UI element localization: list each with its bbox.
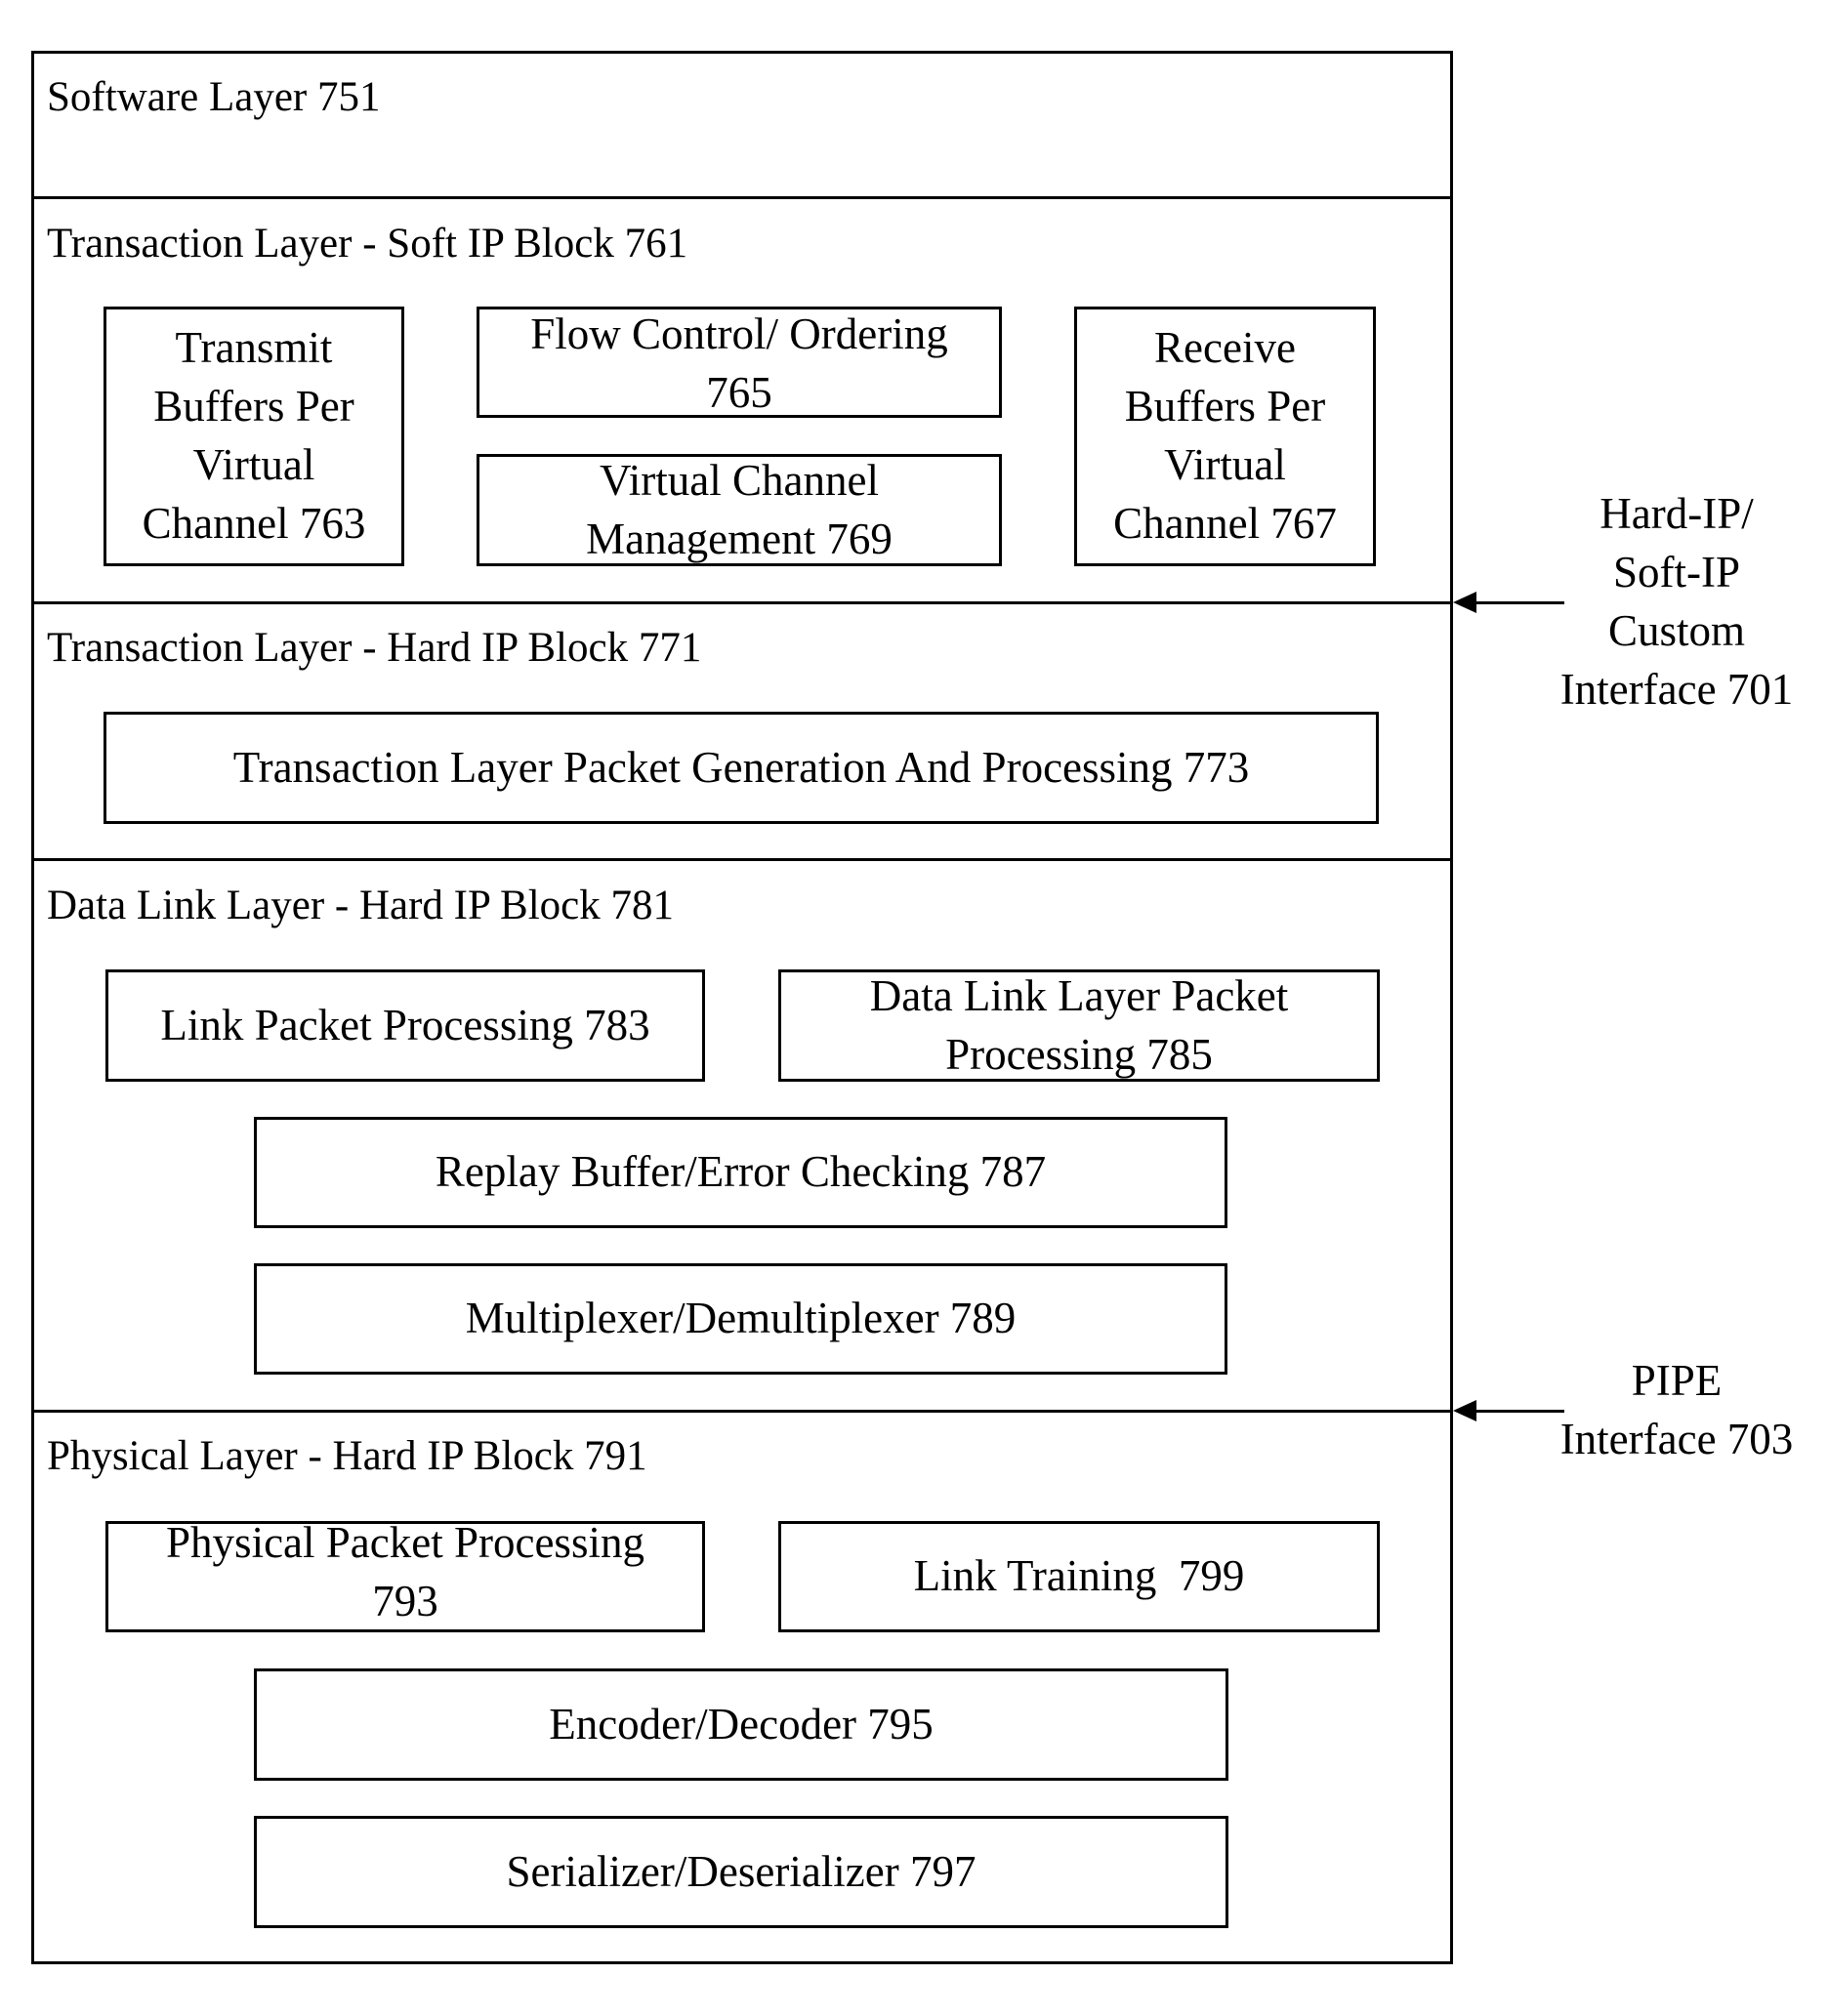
block-label-line: Serializer/Deserializer 797 <box>506 1846 976 1896</box>
block-label-line: Data Link Layer Packet <box>869 970 1289 1020</box>
block-label-line: Multiplexer/Demultiplexer 789 <box>465 1294 1017 1343</box>
block-label-line: Physical Packet Processing <box>166 1518 644 1568</box>
divider-software-transaction <box>31 196 1453 199</box>
data-link-layer-title: Data Link Layer - Hard IP Block 781 <box>47 883 675 928</box>
encoder-decoder-block: Encoder/Decoder 795 <box>254 1668 1228 1781</box>
flow-control-ordering-block: Flow Control/ Ordering 765 <box>477 307 1002 418</box>
interface-label-line: PIPE <box>1631 1356 1723 1405</box>
block-label-line: Transmit <box>175 323 333 373</box>
block-label-line: 793 <box>372 1577 438 1625</box>
interface-label-line: Soft-IP <box>1612 547 1740 597</box>
block-label-line: Replay Buffer/Error Checking 787 <box>435 1147 1047 1197</box>
transaction-soft-ip-layer-title: Transaction Layer - Soft IP Block 761 <box>47 221 688 267</box>
physical-layer-title: Physical Layer - Hard IP Block 791 <box>47 1433 647 1479</box>
block-label-line: Virtual <box>1164 440 1286 489</box>
interface-label-line: Interface 701 <box>1559 664 1794 714</box>
block-label-line: Link Packet Processing 783 <box>160 1000 650 1049</box>
block-label-line: Receive <box>1154 323 1296 373</box>
block-label-line: Link Training 799 <box>913 1551 1245 1601</box>
block-label-line: Virtual Channel <box>600 455 879 505</box>
interface-701-label: Hard-IP/ Soft-IP Custom Interface 701 <box>1535 485 1818 719</box>
divider-hardip-softip-interface <box>31 601 1453 604</box>
interface-703-arrowhead-icon <box>1453 1400 1476 1421</box>
physical-packet-processing-block: Physical Packet Processing 793 <box>105 1518 705 1632</box>
block-label-line: 765 <box>706 367 772 417</box>
replay-buffer-error-checking-block: Replay Buffer/Error Checking 787 <box>254 1117 1227 1228</box>
interface-label-line: Hard-IP/ <box>1600 489 1754 538</box>
block-label-line: Transaction Layer Packet Generation And … <box>232 742 1250 792</box>
block-label-line: Processing 785 <box>945 1029 1213 1079</box>
dll-packet-processing-block: Data Link Layer Packet Processing 785 <box>778 969 1380 1082</box>
block-label-line: Channel 763 <box>142 498 366 548</box>
interface-701-arrowhead-icon <box>1453 592 1476 613</box>
link-packet-processing-block: Link Packet Processing 783 <box>105 969 705 1082</box>
divider-transaction-datalink <box>31 858 1453 861</box>
block-label-line: Buffers Per <box>153 382 354 432</box>
serializer-deserializer-block: Serializer/Deserializer 797 <box>254 1816 1228 1928</box>
divider-pipe-interface <box>31 1410 1453 1413</box>
tlp-generation-processing-block: Transaction Layer Packet Generation And … <box>104 712 1379 824</box>
link-training-block: Link Training 799 <box>778 1521 1380 1632</box>
block-label-line: Encoder/Decoder 795 <box>549 1699 934 1749</box>
block-label-line: Channel 767 <box>1113 498 1337 548</box>
transaction-hard-ip-layer-title: Transaction Layer - Hard IP Block 771 <box>47 625 702 671</box>
block-label-line: Flow Control/ Ordering <box>530 309 948 358</box>
multiplexer-demultiplexer-block: Multiplexer/Demultiplexer 789 <box>254 1263 1227 1375</box>
interface-label-line: Interface 703 <box>1559 1414 1794 1463</box>
receive-buffers-block: Receive Buffers Per Virtual Channel 767 <box>1074 307 1376 566</box>
interface-label-line: Custom <box>1607 605 1746 655</box>
interface-703-label: PIPE Interface 703 <box>1535 1352 1818 1469</box>
software-layer-title: Software Layer 751 <box>47 74 381 120</box>
block-label-line: Buffers Per <box>1124 382 1326 432</box>
block-label-line: Management 769 <box>586 514 893 563</box>
virtual-channel-management-block: Virtual Channel Management 769 <box>477 454 1002 566</box>
block-label-line: Virtual <box>192 440 315 489</box>
transmit-buffers-block: Transmit Buffers Per Virtual Channel 763 <box>104 307 404 566</box>
